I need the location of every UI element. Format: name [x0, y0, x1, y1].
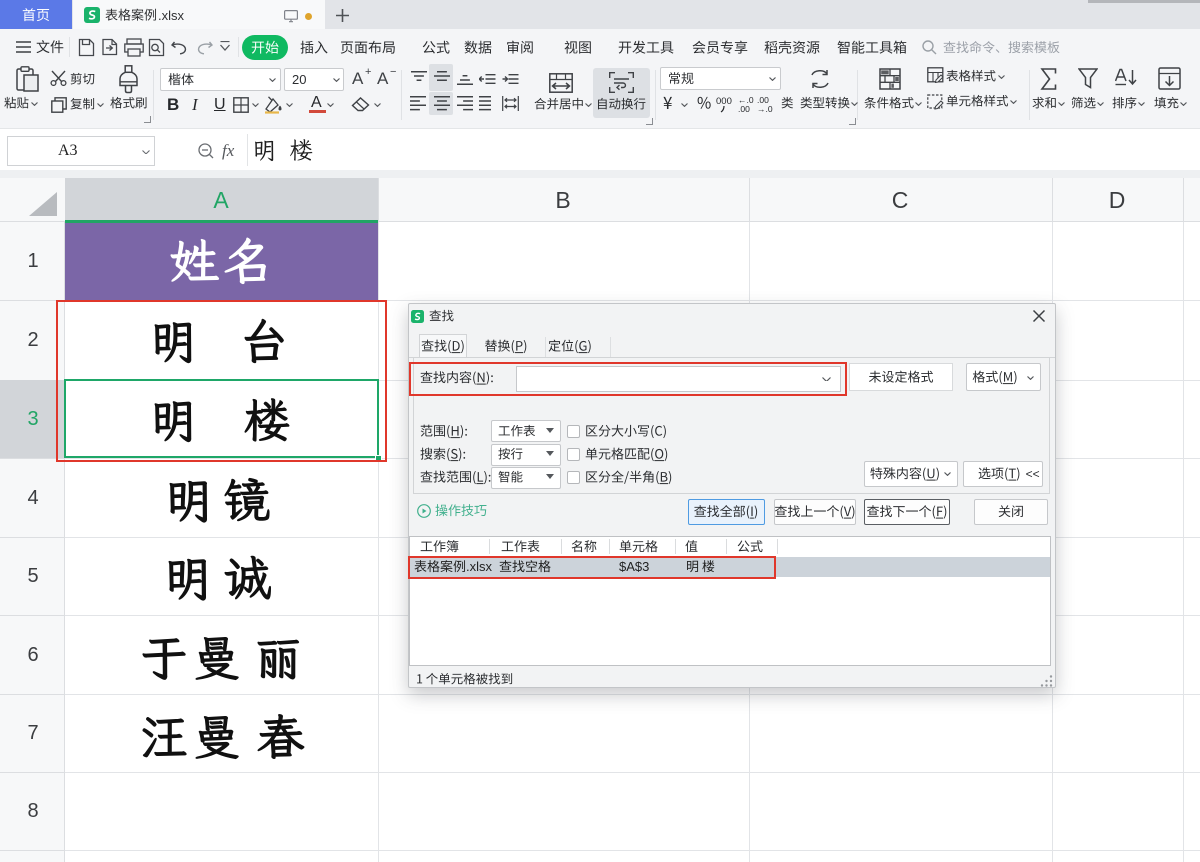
- svg-text:.00: .00: [738, 104, 750, 113]
- svg-text:→.0: →.0: [757, 104, 773, 113]
- svg-text:000: 000: [716, 96, 732, 107]
